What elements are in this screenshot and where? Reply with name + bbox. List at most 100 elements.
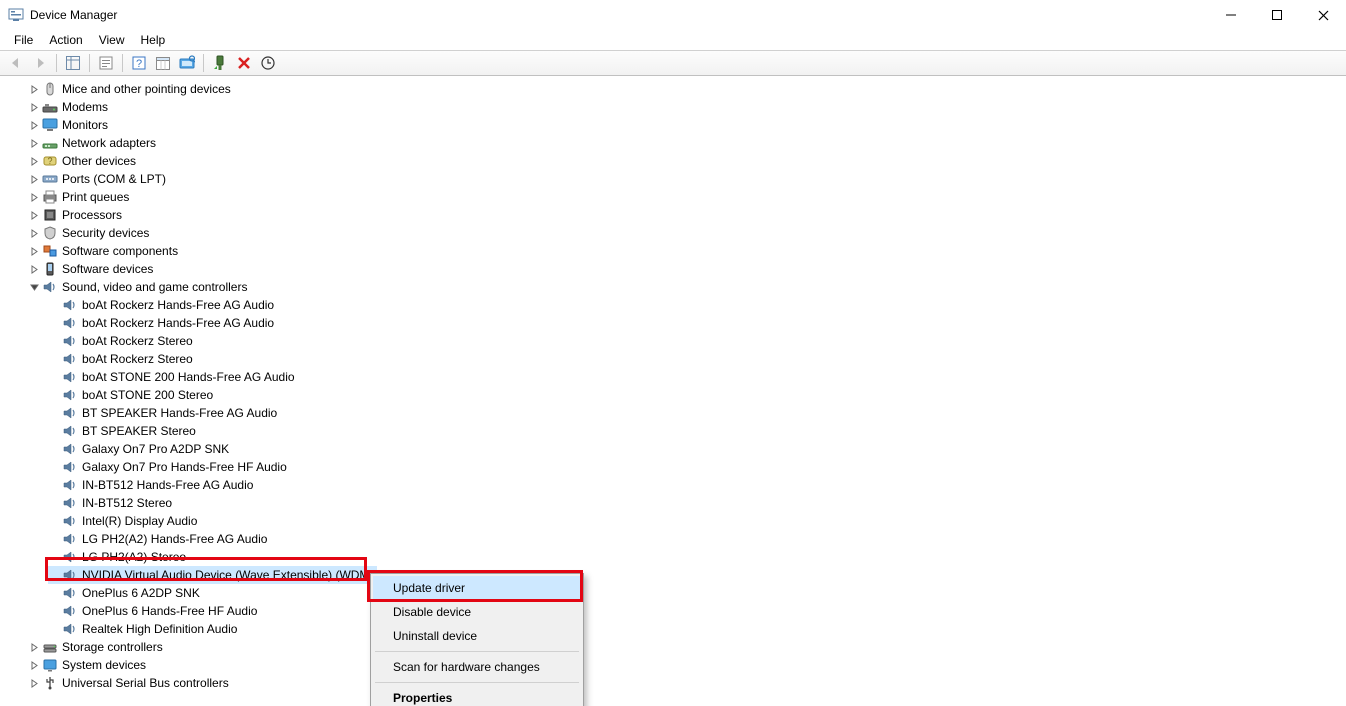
tree-category[interactable]: Mice and other pointing devices <box>0 80 1346 98</box>
close-button[interactable] <box>1300 0 1346 30</box>
tree-category[interactable]: Universal Serial Bus controllers <box>0 674 1346 692</box>
tree-item[interactable]: boAt Rockerz Stereo <box>0 332 1346 350</box>
tree-item[interactable]: boAt STONE 200 Stereo <box>0 386 1346 404</box>
tree-item[interactable]: OnePlus 6 A2DP SNK <box>0 584 1346 602</box>
tree-item-label: boAt Rockerz Stereo <box>82 332 193 350</box>
menu-file[interactable]: File <box>6 33 41 47</box>
printer-icon <box>42 189 58 205</box>
help-button[interactable]: ? <box>128 52 150 74</box>
tree-category[interactable]: ? Other devices <box>0 152 1346 170</box>
chevron-right-icon[interactable] <box>28 193 40 202</box>
tree-category[interactable]: Modems <box>0 98 1346 116</box>
app-icon <box>8 7 24 23</box>
sound-icon <box>62 549 78 565</box>
tree-item[interactable]: BT SPEAKER Hands-Free AG Audio <box>0 404 1346 422</box>
tree-item-label: boAt STONE 200 Hands-Free AG Audio <box>82 368 295 386</box>
show-hide-tree-button[interactable] <box>62 52 84 74</box>
chevron-right-icon[interactable] <box>28 175 40 184</box>
tree-category[interactable]: Software devices <box>0 260 1346 278</box>
chevron-right-icon[interactable] <box>28 157 40 166</box>
tree-item[interactable]: boAt STONE 200 Hands-Free AG Audio <box>0 368 1346 386</box>
chevron-right-icon[interactable] <box>28 229 40 238</box>
tree-item-selected[interactable]: NVIDIA Virtual Audio Device (Wave Extens… <box>0 566 1346 584</box>
scan-hardware-button[interactable] <box>176 52 198 74</box>
calendar-button[interactable] <box>152 52 174 74</box>
tree-item-label: LG PH2(A2) Stereo <box>82 548 186 566</box>
sound-icon <box>62 603 78 619</box>
tree-category[interactable]: Security devices <box>0 224 1346 242</box>
chevron-down-icon[interactable] <box>28 283 40 292</box>
chevron-right-icon[interactable] <box>28 103 40 112</box>
chevron-right-icon[interactable] <box>28 139 40 148</box>
tree-category[interactable]: Sound, video and game controllers <box>0 278 1346 296</box>
maximize-button[interactable] <box>1254 0 1300 30</box>
tree-item-label: boAt Rockerz Hands-Free AG Audio <box>82 296 274 314</box>
properties-button[interactable] <box>95 52 117 74</box>
forward-button[interactable] <box>29 52 51 74</box>
tree-item[interactable]: boAt Rockerz Hands-Free AG Audio <box>0 296 1346 314</box>
context-menu-item[interactable]: Uninstall device <box>373 624 581 648</box>
tree-item[interactable]: Galaxy On7 Pro Hands-Free HF Audio <box>0 458 1346 476</box>
tree-category[interactable]: Software components <box>0 242 1346 260</box>
svg-text:?: ? <box>136 58 142 70</box>
tree-category[interactable]: Ports (COM & LPT) <box>0 170 1346 188</box>
network-icon <box>42 135 58 151</box>
menu-action[interactable]: Action <box>41 33 90 47</box>
menu-help[interactable]: Help <box>133 33 174 47</box>
chevron-right-icon[interactable] <box>28 643 40 652</box>
chevron-right-icon[interactable] <box>28 121 40 130</box>
tree-item[interactable]: Intel(R) Display Audio <box>0 512 1346 530</box>
chevron-right-icon[interactable] <box>28 661 40 670</box>
enable-device-button[interactable] <box>209 52 231 74</box>
sound-icon <box>62 621 78 637</box>
tree-item[interactable]: boAt Rockerz Stereo <box>0 350 1346 368</box>
tree-category-label: Security devices <box>62 224 149 242</box>
other-icon: ? <box>42 153 58 169</box>
tree-category[interactable]: Network adapters <box>0 134 1346 152</box>
tree-category[interactable]: Print queues <box>0 188 1346 206</box>
uninstall-device-button[interactable] <box>233 52 255 74</box>
sound-icon <box>62 459 78 475</box>
tree-item[interactable]: Realtek High Definition Audio <box>0 620 1346 638</box>
chevron-right-icon[interactable] <box>28 211 40 220</box>
tree-item[interactable]: Galaxy On7 Pro A2DP SNK <box>0 440 1346 458</box>
context-menu-separator <box>375 682 579 683</box>
menu-view[interactable]: View <box>91 33 133 47</box>
tree-item[interactable]: IN-BT512 Hands-Free AG Audio <box>0 476 1346 494</box>
tree-category-label: Monitors <box>62 116 108 134</box>
chevron-right-icon[interactable] <box>28 679 40 688</box>
sound-icon <box>62 585 78 601</box>
tree-category[interactable]: Storage controllers <box>0 638 1346 656</box>
tree-item[interactable]: LG PH2(A2) Stereo <box>0 548 1346 566</box>
tree-category-label: Other devices <box>62 152 136 170</box>
sound-icon <box>62 333 78 349</box>
back-button[interactable] <box>5 52 27 74</box>
tree-category[interactable]: Processors <box>0 206 1346 224</box>
chevron-right-icon[interactable] <box>28 265 40 274</box>
tree-item[interactable]: BT SPEAKER Stereo <box>0 422 1346 440</box>
context-menu-item[interactable]: Properties <box>373 686 581 706</box>
minimize-button[interactable] <box>1208 0 1254 30</box>
tree-item[interactable]: boAt Rockerz Hands-Free AG Audio <box>0 314 1346 332</box>
tree-item[interactable]: IN-BT512 Stereo <box>0 494 1346 512</box>
sound-icon <box>62 315 78 331</box>
tree-category-label: Processors <box>62 206 122 224</box>
context-menu-item[interactable]: Scan for hardware changes <box>373 655 581 679</box>
tree-item-label: IN-BT512 Stereo <box>82 494 172 512</box>
tree-category[interactable]: System devices <box>0 656 1346 674</box>
update-driver-button[interactable] <box>257 52 279 74</box>
swdev-icon <box>42 261 58 277</box>
tree-item[interactable]: OnePlus 6 Hands-Free HF Audio <box>0 602 1346 620</box>
menubar: File Action View Help <box>0 30 1346 50</box>
tree-category[interactable]: Monitors <box>0 116 1346 134</box>
chevron-right-icon[interactable] <box>28 247 40 256</box>
chevron-right-icon[interactable] <box>28 85 40 94</box>
context-menu-item[interactable]: Update driver <box>373 576 581 600</box>
sound-icon <box>62 477 78 493</box>
device-tree[interactable]: Mice and other pointing devices Modems M… <box>0 76 1346 706</box>
window-title: Device Manager <box>30 8 117 22</box>
tree-item[interactable]: LG PH2(A2) Hands-Free AG Audio <box>0 530 1346 548</box>
sound-icon <box>62 441 78 457</box>
context-menu-item[interactable]: Disable device <box>373 600 581 624</box>
security-icon <box>42 225 58 241</box>
